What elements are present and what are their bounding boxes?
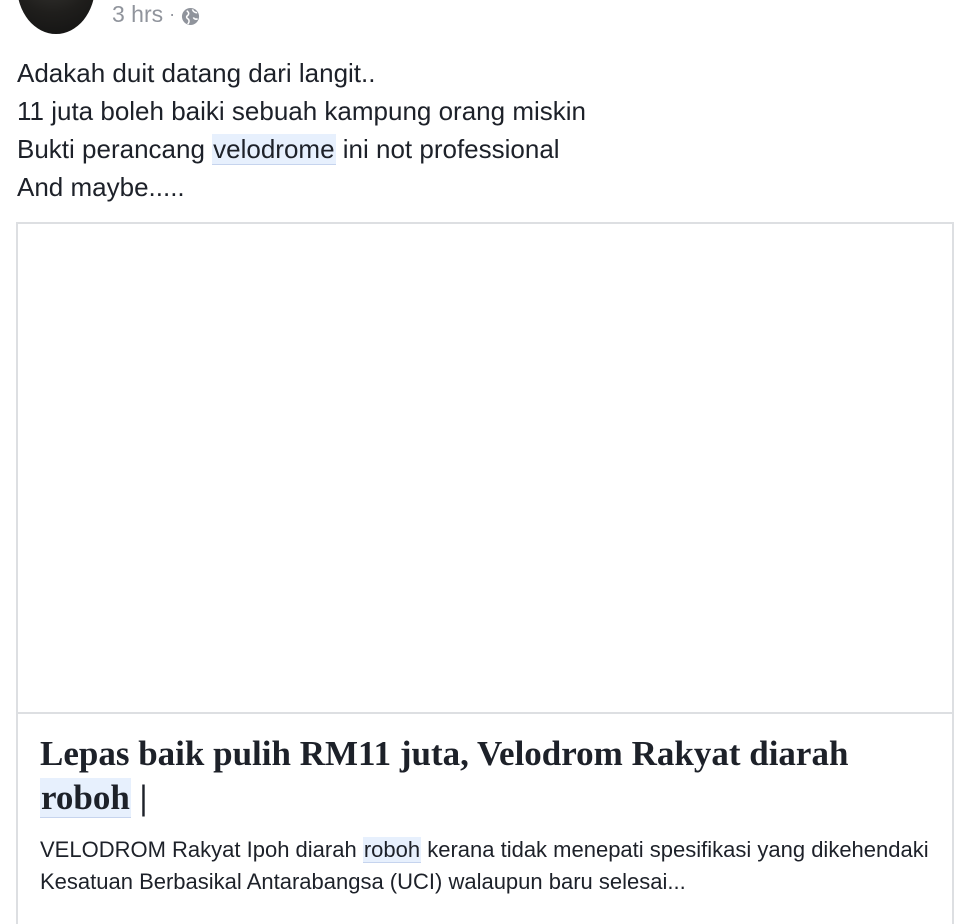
title-keyword-roboh[interactable]: roboh <box>40 778 131 818</box>
desc-keyword-roboh[interactable]: roboh <box>362 837 422 863</box>
link-preview-title[interactable]: Lepas baik pulih RM11 juta, Velodrom Rak… <box>40 732 940 820</box>
desc-text: VELODROM Rakyat Ipoh diarah <box>40 837 363 862</box>
meta-separator: · <box>169 3 176 24</box>
link-preview-body[interactable]: Lepas baik pulih RM11 juta, Velodrom Rak… <box>40 732 940 898</box>
post-line: Adakah duit datang dari langit.. <box>17 58 376 88</box>
post-message: Adakah duit datang dari langit.. 11 juta… <box>17 54 957 206</box>
hashtag-link-velodrome[interactable]: velodrome <box>212 134 336 165</box>
post-timestamp[interactable]: 3 hrs <box>112 1 163 28</box>
author-avatar[interactable] <box>17 0 95 34</box>
link-preview-card[interactable]: Lepas baik pulih RM11 juta, Velodrom Rak… <box>16 222 954 924</box>
post-line: Bukti perancang velodrome ini not profes… <box>17 130 957 168</box>
title-text: Lepas baik pulih RM11 juta, Velodrom Rak… <box>40 734 849 773</box>
post-meta: 3 hrs · <box>112 1 200 28</box>
link-preview-description: VELODROM Rakyat Ipoh diarah roboh kerana… <box>40 834 940 898</box>
post-line: And maybe..... <box>17 172 185 202</box>
post-line: 11 juta boleh baiki sebuah kampung orang… <box>17 96 586 126</box>
title-text: | <box>130 778 148 817</box>
post-line-text: ini not professional <box>335 134 560 164</box>
post-line-text: Bukti perancang <box>17 134 213 164</box>
link-preview-image[interactable] <box>18 224 952 714</box>
globe-icon[interactable] <box>181 5 200 25</box>
